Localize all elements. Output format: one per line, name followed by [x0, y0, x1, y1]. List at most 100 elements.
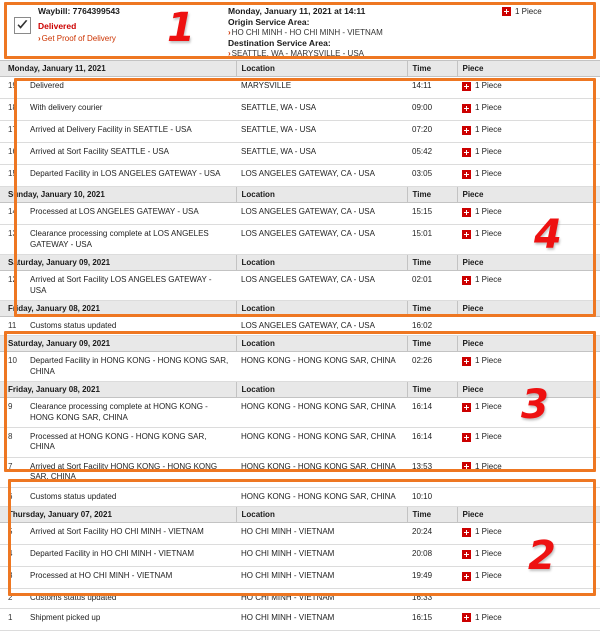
event-number: 9: [0, 397, 30, 428]
table-row: 12 Arrived at Sort Facility LOS ANGELES G…: [0, 270, 600, 302]
location-column-header: Location: [235, 335, 407, 353]
time-column-header: Time: [406, 60, 457, 77]
destination-service-area-label: Destination Service Area:: [228, 37, 331, 48]
piece-badge[interactable]: 1 Piece: [462, 103, 502, 113]
event-number: 18: [0, 98, 30, 122]
piece-count-label: 1 Piece: [475, 612, 502, 622]
piece-badge[interactable]: 1 Piece: [462, 402, 502, 412]
group-header-row: Friday, January 08, 2021 Location Time Piec…: [0, 300, 600, 318]
event-description: With delivery courier: [30, 98, 236, 122]
piece-column-header: Piece: [456, 381, 600, 399]
piece-count-label: 1 Piece: [475, 229, 502, 239]
event-description: Customs status updated: [30, 316, 236, 337]
select-shipment-checkbox[interactable]: [13, 17, 31, 34]
group-date-header: Thursday, January 07, 2021: [0, 505, 236, 523]
table-row: 1 Shipment picked up HO CHI MINH - VIETNAM…: [0, 608, 600, 631]
tracking-table-body: Monday, January 11, 2021 Location Time Piec…: [0, 60, 600, 631]
piece-column-header: Piece: [456, 254, 600, 272]
piece-count-label: 1 Piece: [475, 526, 502, 536]
piece-badge[interactable]: 1 Piece: [462, 147, 502, 157]
event-location: MARYSVILLE: [236, 76, 407, 100]
event-number: 11: [0, 316, 30, 337]
shipment-summary-panel: Waybill: 7764399543 Delivered ›Get Proof…: [0, 0, 600, 60]
event-time: 20:24: [407, 522, 457, 546]
piece-count-label: 1 Piece: [475, 275, 502, 285]
time-column-header: Time: [406, 335, 457, 353]
waybill-number: Waybill: 7764399543: [38, 6, 120, 16]
event-time: 09:00: [407, 98, 457, 122]
piece-count-label: 1 Piece: [475, 356, 502, 366]
event-number: 6: [0, 487, 30, 507]
event-description: Customs status updated: [30, 487, 236, 507]
piece-badge[interactable]: 1 Piece: [462, 207, 502, 218]
event-number: 14: [0, 202, 30, 226]
expand-plus-icon: [462, 571, 471, 581]
event-number: 19: [0, 76, 30, 100]
expand-plus-icon: [462, 527, 471, 537]
event-time: 16:14: [407, 397, 457, 428]
destination-service-area-value-row: ›SEATTLE, WA - MARYSVILLE - USA: [228, 49, 474, 59]
piece-badge[interactable]: 1 Piece: [462, 549, 502, 559]
piece-badge[interactable]: 1 Piece: [462, 275, 502, 285]
time-column-header: Time: [406, 300, 457, 318]
piece-badge[interactable]: 1 Piece: [462, 571, 502, 581]
piece-badge[interactable]: 1 Piece: [462, 81, 502, 91]
event-description: Arrived at Sort Facility HONG KONG - HON…: [30, 457, 236, 488]
event-time: 05:42: [407, 142, 457, 166]
tracking-page: Waybill: 7764399543 Delivered ›Get Proof…: [0, 0, 600, 631]
event-time: 16:33: [407, 588, 457, 609]
event-time: 13:53: [407, 457, 457, 488]
piece-badge[interactable]: 1 Piece: [462, 229, 502, 240]
piece-badge[interactable]: 1 Piece: [462, 169, 502, 179]
origin-service-area-label: Origin Service Area:: [228, 16, 310, 27]
expand-plus-icon: [462, 208, 471, 218]
event-time: 02:01: [407, 270, 457, 302]
piece-badge[interactable]: 1 Piece: [462, 462, 502, 472]
event-location: HO CHI MINH - VIETNAM: [236, 522, 407, 546]
event-description: Arrived at Sort Facility HO CHI MINH - V…: [30, 522, 236, 546]
expand-plus-icon: [462, 432, 471, 442]
piece-column-header: Piece: [456, 505, 600, 523]
event-piece-cell: [457, 588, 600, 609]
chevron-right-icon: ›: [228, 27, 231, 37]
event-time: 16:14: [407, 427, 457, 458]
proof-of-delivery-link[interactable]: ›Get Proof of Delivery: [38, 34, 228, 43]
group-date-header: Friday, January 08, 2021: [0, 381, 236, 399]
piece-badge[interactable]: 1 Piece: [502, 7, 542, 16]
table-row: 14 Processed at LOS ANGELES GATEWAY - USA…: [0, 202, 600, 226]
summary-checkbox-cell: [6, 5, 38, 34]
piece-count-label: 1 Piece: [475, 461, 502, 471]
group-header-row: Thursday, January 07, 2021 Location Time Pi…: [0, 505, 600, 523]
event-location: HONG KONG - HONG KONG SAR, CHINA: [236, 487, 407, 507]
time-column-header: Time: [406, 381, 457, 399]
piece-count-label: 1 Piece: [475, 81, 502, 90]
event-piece-cell: [457, 487, 600, 507]
group-date-header: Saturday, January 09, 2021: [0, 335, 236, 353]
piece-count-label: 1 Piece: [475, 147, 502, 157]
event-piece-cell: 1 Piece: [457, 427, 600, 458]
location-column-header: Location: [235, 186, 407, 204]
table-row: 5 Arrived at Sort Facility HO CHI MINH - …: [0, 522, 600, 546]
piece-badge[interactable]: 1 Piece: [462, 125, 502, 135]
status-badge: Delivered: [38, 21, 77, 31]
event-description: Processed at HONG KONG - HONG KONG SAR, …: [30, 427, 236, 458]
event-description: Departed Facility in HO CHI MINH - VIETN…: [30, 544, 236, 568]
expand-plus-icon: [462, 402, 471, 412]
piece-badge[interactable]: 1 Piece: [462, 356, 502, 367]
event-location: HO CHI MINH - VIETNAM: [236, 588, 407, 609]
event-piece-cell: 1 Piece: [457, 522, 600, 546]
event-piece-cell: 1 Piece: [457, 76, 600, 100]
expand-plus-icon: [462, 103, 471, 113]
event-location: SEATTLE, WA - USA: [236, 120, 407, 144]
piece-badge[interactable]: 1 Piece: [462, 527, 502, 537]
expand-plus-icon: [462, 613, 471, 623]
event-number: 1: [0, 608, 30, 631]
event-piece-cell: 1 Piece: [457, 202, 600, 226]
check-icon: [17, 20, 27, 29]
event-time: 07:20: [407, 120, 457, 144]
group-date-header: Saturday, January 09, 2021: [0, 254, 236, 272]
piece-badge[interactable]: 1 Piece: [462, 613, 502, 623]
event-description: Customs status updated: [30, 588, 236, 609]
table-row: 10 Departed Facility in HONG KONG - HONG …: [0, 351, 600, 383]
piece-badge[interactable]: 1 Piece: [462, 432, 502, 442]
